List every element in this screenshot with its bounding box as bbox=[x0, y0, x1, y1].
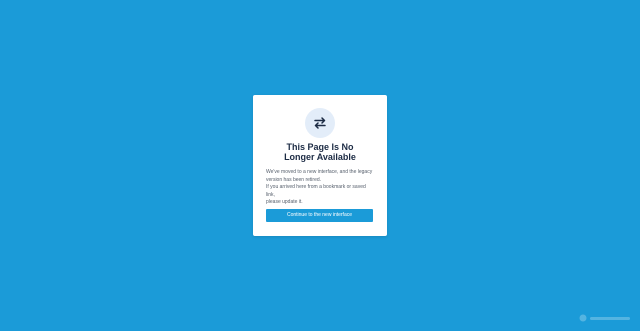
deprecation-card: This Page Is No Longer Available We've m… bbox=[253, 95, 387, 236]
page-title: This Page Is No Longer Available bbox=[253, 142, 387, 162]
logo-icon bbox=[579, 314, 587, 322]
page-title-line-2: Longer Available bbox=[284, 152, 356, 162]
swap-arrows-icon bbox=[314, 117, 326, 129]
continue-button[interactable]: Continue to the new interface bbox=[266, 209, 373, 222]
description-line-4: please update it. bbox=[266, 199, 303, 205]
description-line-1: We've moved to a new interface, and the … bbox=[266, 169, 373, 175]
page-title-line-1: This Page Is No bbox=[286, 142, 354, 152]
watermark-wordmark bbox=[590, 316, 630, 320]
description-line-2: version has been retired. bbox=[266, 176, 322, 183]
icon-badge bbox=[305, 108, 335, 138]
watermark bbox=[579, 314, 630, 322]
description-line-3: If you arrived here from a bookmark or s… bbox=[266, 184, 366, 198]
description: We've moved to a new interface, and the … bbox=[266, 169, 376, 207]
